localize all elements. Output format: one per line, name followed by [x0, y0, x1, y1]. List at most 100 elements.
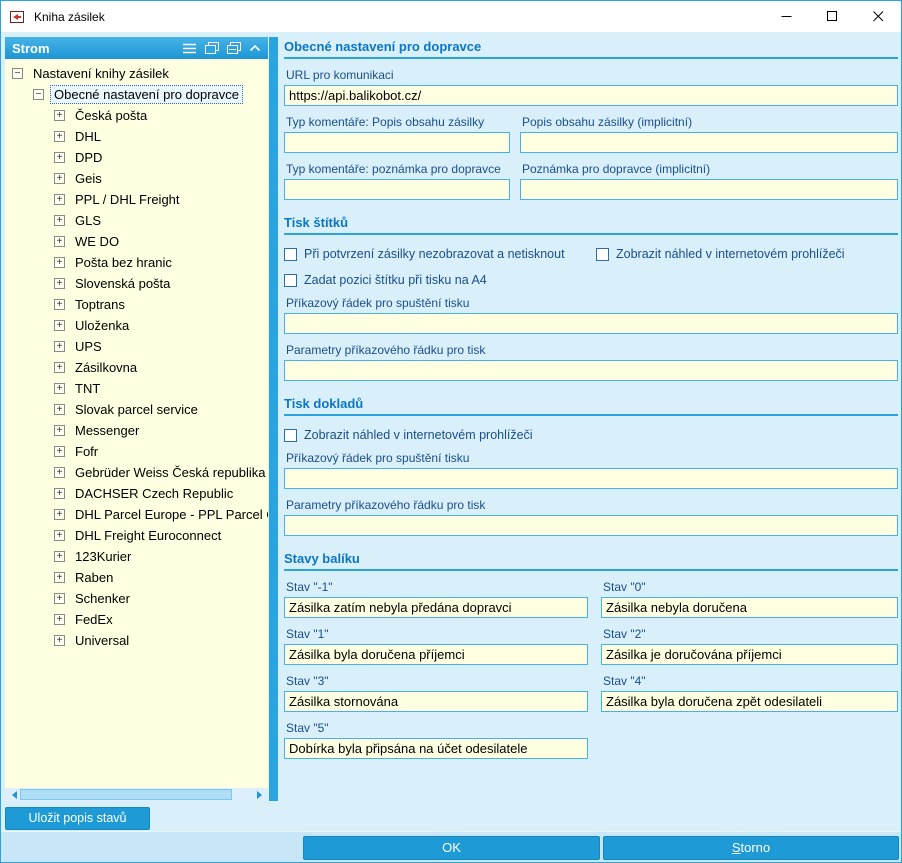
tree-expand-icon[interactable] [54, 488, 65, 499]
tree-item-carrier[interactable]: Fofr [5, 441, 268, 462]
tree-item-carrier[interactable]: UPS [5, 336, 268, 357]
docs-print-command-input[interactable] [284, 468, 898, 489]
tree-expand-icon[interactable] [54, 215, 65, 226]
state-4-input[interactable] [601, 691, 898, 712]
tree-expand-icon[interactable] [54, 194, 65, 205]
tree-expand-icon[interactable] [54, 173, 65, 184]
tree-expand-icon[interactable] [54, 635, 65, 646]
scrollbar-track[interactable] [19, 788, 254, 801]
tree-expand-icon[interactable] [54, 236, 65, 247]
label-preview-checkbox[interactable] [596, 247, 609, 261]
tree-item-carrier[interactable]: Toptrans [5, 294, 268, 315]
tree-expand-icon[interactable] [54, 131, 65, 142]
state-0-input[interactable] [601, 597, 898, 618]
tree-item-root[interactable]: Nastavení knihy zásilek [5, 63, 268, 84]
comment-content-input[interactable] [284, 132, 510, 153]
tree-expand-icon[interactable] [54, 341, 65, 352]
tree-expand-icon[interactable] [54, 572, 65, 583]
comment-note-input[interactable] [284, 179, 510, 200]
tree-expand-icon[interactable] [54, 152, 65, 163]
tree-expand-icon[interactable] [54, 110, 65, 121]
state-1-input[interactable] [284, 644, 588, 665]
tree-item-carrier[interactable]: GLS [5, 210, 268, 231]
save-states-button[interactable]: Uložit popis stavů [5, 807, 150, 830]
tree-expand-icon[interactable] [54, 383, 65, 394]
tree-item-carrier[interactable]: Universal [5, 630, 268, 651]
tree-item-carrier[interactable]: Zásilkovna [5, 357, 268, 378]
scrollbar-thumb[interactable] [20, 789, 232, 800]
label-print-params-input[interactable] [284, 360, 898, 381]
tree-horizontal-scrollbar[interactable] [5, 788, 268, 801]
note-implicit-input[interactable] [520, 179, 898, 200]
tree-item-carrier[interactable]: DHL [5, 126, 268, 147]
maximize-button[interactable] [809, 1, 855, 32]
tree-item-carrier[interactable]: Gebrüder Weiss Česká republika [5, 462, 268, 483]
tree-expand-icon[interactable] [54, 593, 65, 604]
tree-item-carrier[interactable]: PPL / DHL Freight [5, 189, 268, 210]
tree-expand-icon[interactable] [54, 362, 65, 373]
tree-item-carrier[interactable]: Raben [5, 567, 268, 588]
collapse-panel-icon[interactable] [249, 44, 261, 52]
tree-collapse-icon[interactable] [33, 89, 44, 100]
titlebar: Kniha zásilek [1, 1, 901, 32]
tree-item-carrier[interactable]: Slovak parcel service [5, 399, 268, 420]
cancel-button[interactable]: Storno [603, 836, 899, 860]
tree-expand-icon[interactable] [54, 467, 65, 478]
scroll-right-icon[interactable] [254, 788, 268, 801]
tree-item-carrier[interactable]: WE DO [5, 231, 268, 252]
tree-collapse-icon[interactable] [12, 68, 23, 79]
tree-item-carrier[interactable]: Česká pošta [5, 105, 268, 126]
scroll-left-icon[interactable] [5, 788, 19, 801]
menu-icon[interactable] [182, 43, 197, 54]
tree-item-carrier[interactable]: 123Kurier [5, 546, 268, 567]
state-5-input[interactable] [284, 738, 588, 759]
tree-expand-icon[interactable] [54, 299, 65, 310]
tree-item-carrier[interactable]: DPD [5, 147, 268, 168]
tree-expand-icon[interactable] [54, 278, 65, 289]
state-3-input[interactable] [284, 691, 588, 712]
no-print-checkbox[interactable] [284, 247, 297, 261]
tree-item-carrier[interactable]: Geis [5, 168, 268, 189]
tree-expand-icon[interactable] [54, 320, 65, 331]
tree-item-label: Toptrans [75, 297, 125, 312]
url-input[interactable] [284, 85, 898, 106]
ok-button[interactable]: OK [303, 836, 600, 860]
label-position-checkbox[interactable] [284, 273, 297, 287]
tree-item-carrier[interactable]: TNT [5, 378, 268, 399]
tree-item-carrier[interactable]: Schenker [5, 588, 268, 609]
tree-item-label: 123Kurier [75, 549, 132, 564]
tree-item-carrier[interactable]: DHL Freight Euroconnect [5, 525, 268, 546]
label-print-command-input[interactable] [284, 313, 898, 334]
tree: Nastavení knihy zásilek Obecné nastavení… [5, 59, 268, 788]
tree-item-carrier[interactable]: DHL Parcel Europe - PPL Parcel Co [5, 504, 268, 525]
tree-vertical-scrollbar[interactable] [269, 37, 278, 801]
scrollbar-thumb[interactable] [269, 37, 278, 801]
tree-expand-icon[interactable] [54, 446, 65, 457]
collapse-all-icon[interactable] [227, 42, 241, 54]
tree-expand-icon[interactable] [54, 551, 65, 562]
docs-preview-checkbox[interactable] [284, 428, 297, 442]
tree-item-carrier[interactable]: Pošta bez hranic [5, 252, 268, 273]
tree-item-carrier[interactable]: DACHSER Czech Republic [5, 483, 268, 504]
tree-item-selected[interactable]: Obecné nastavení pro dopravce [5, 84, 268, 105]
tree-item-carrier[interactable]: FedEx [5, 609, 268, 630]
tree-panel-title: Strom [12, 40, 50, 56]
tree-expand-icon[interactable] [54, 425, 65, 436]
tree-expand-icon[interactable] [54, 257, 65, 268]
close-button[interactable] [855, 1, 901, 32]
state-2-input[interactable] [601, 644, 898, 665]
tree-item-carrier[interactable]: Messenger [5, 420, 268, 441]
tree-item-label: Zásilkovna [75, 360, 138, 375]
tree-item-carrier[interactable]: Uloženka [5, 315, 268, 336]
state-minus1-input[interactable] [284, 597, 588, 618]
content-implicit-input[interactable] [520, 132, 898, 153]
tree-expand-icon[interactable] [54, 404, 65, 415]
tree-item-label: Slovenská pošta [75, 276, 171, 291]
tree-item-carrier[interactable]: Slovenská pošta [5, 273, 268, 294]
docs-print-params-input[interactable] [284, 515, 898, 536]
tree-expand-icon[interactable] [54, 614, 65, 625]
tree-expand-icon[interactable] [54, 509, 65, 520]
tree-expand-icon[interactable] [54, 530, 65, 541]
expand-all-icon[interactable] [205, 42, 219, 54]
minimize-button[interactable] [763, 1, 809, 32]
